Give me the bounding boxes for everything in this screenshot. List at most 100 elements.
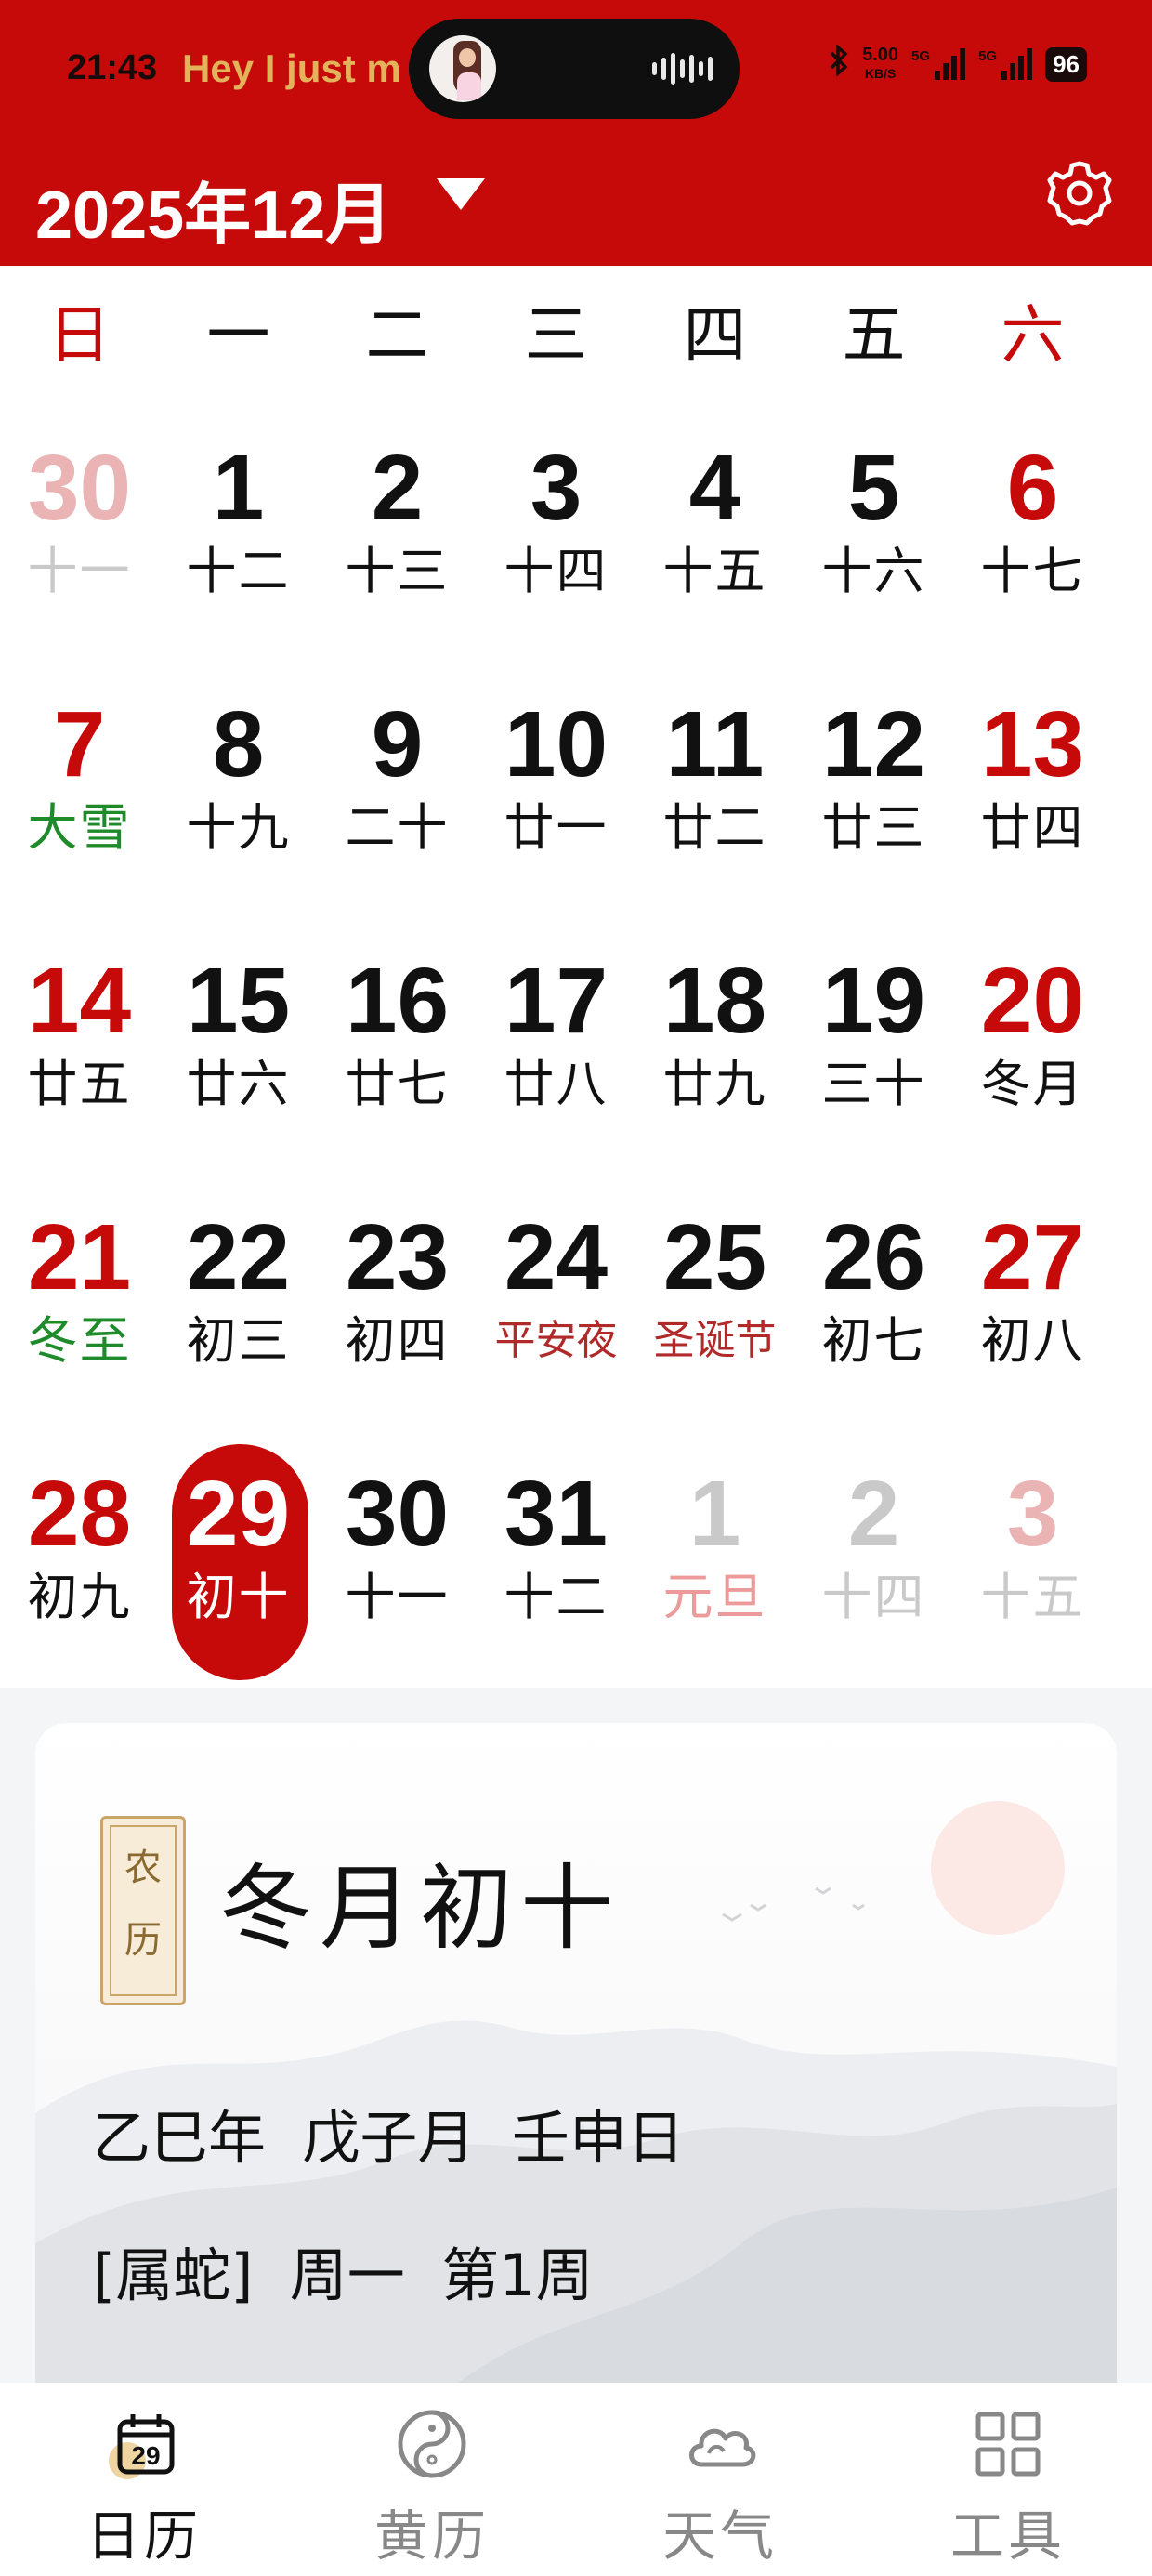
caret-down-icon[interactable] — [437, 178, 485, 210]
ink-landscape-illustration — [35, 1801, 1117, 2448]
day-cell[interactable]: 12 廿三 — [794, 664, 953, 920]
lunar-label: 十二 — [186, 542, 291, 600]
day-cell[interactable]: 31 十二 — [477, 1433, 635, 1689]
lunar-label: 初七 — [821, 1311, 926, 1370]
day-cell[interactable]: 7 大雪 — [0, 664, 159, 920]
day-cell[interactable]: 1 十二 — [159, 407, 318, 664]
lunar-label: 廿五 — [27, 1055, 132, 1113]
day-number: 15 — [186, 949, 291, 1053]
month-header: 2025年12月 — [0, 139, 1152, 266]
day-cell[interactable]: 21 冬至 — [0, 1176, 159, 1433]
lunar-label: 二十 — [345, 798, 450, 857]
day-cell[interactable]: 5 十六 — [794, 407, 953, 664]
festival-label: 平安夜 — [494, 1317, 618, 1364]
day-number: 1 — [212, 436, 265, 540]
day-number: 19 — [821, 949, 926, 1053]
day-cell[interactable]: 9 二十 — [318, 664, 477, 920]
lunar-seal-badge: 农 历 — [100, 1816, 186, 2005]
lunar-label: 十一 — [345, 1568, 450, 1626]
lunar-label: 十二 — [504, 1568, 609, 1626]
day-cell[interactable]: 23 初四 — [318, 1176, 477, 1433]
day-cell[interactable]: 6 十七 — [953, 407, 1112, 664]
bluetooth-icon — [829, 44, 849, 84]
day-cell[interactable]: 30 十一 — [318, 1433, 477, 1689]
day-cell[interactable]: 2 十三 — [318, 407, 477, 664]
day-number: 2 — [371, 436, 424, 540]
day-cell-today[interactable]: 29 初十 — [159, 1433, 318, 1689]
lunar-label: 初八 — [980, 1311, 1085, 1370]
tab-label: 日历 — [85, 2504, 202, 2568]
day-number: 28 — [27, 1462, 132, 1566]
gear-icon[interactable] — [1044, 158, 1115, 229]
bottom-tab-bar: 29 日历 黄历 天气 工具 — [0, 2383, 1152, 2576]
day-cell[interactable]: 10 廿一 — [477, 664, 635, 920]
day-cell[interactable]: 8 十九 — [159, 664, 318, 920]
day-cell[interactable]: 22 初三 — [159, 1176, 318, 1433]
day-cell[interactable]: 15 廿六 — [159, 920, 318, 1176]
lunar-label: 廿七 — [345, 1055, 450, 1113]
day-cell[interactable]: 26 初七 — [794, 1176, 953, 1433]
tab-almanac[interactable]: 黄历 — [288, 2383, 576, 2576]
weekday-sun: 日 — [47, 299, 111, 373]
tab-tools[interactable]: 工具 — [864, 2383, 1152, 2576]
day-cell[interactable]: 25 圣诞节 — [635, 1176, 794, 1433]
day-cell[interactable]: 1 元旦 — [635, 1433, 794, 1689]
yin-yang-icon — [398, 2410, 466, 2478]
day-cell[interactable]: 24 平安夜 — [477, 1176, 635, 1433]
day-cell[interactable]: 4 十五 — [635, 407, 794, 664]
day-cell[interactable]: 3 十四 — [477, 407, 635, 664]
day-number: 3 — [1006, 1462, 1059, 1566]
calendar-grid: 30 十一 1 十二 2 十三 3 十四 4 十五 5 十六 6 十七 7 大雪 8 十九 9 二十… — [0, 407, 1152, 1689]
day-cell[interactable]: 20 冬月 — [953, 920, 1112, 1176]
status-bar: 21:43 Hey I just m 5.00 KB/S 5G 5G 96 — [0, 0, 1152, 139]
zodiac-week-line: [属蛇] 周一 第1周 — [93, 2241, 594, 2309]
day-number: 21 — [27, 1205, 132, 1309]
day-cell[interactable]: 3 十五 — [953, 1433, 1112, 1689]
tab-weather[interactable]: 天气 — [576, 2383, 864, 2576]
day-cell[interactable]: 18 廿九 — [635, 920, 794, 1176]
day-number: 11 — [665, 692, 765, 796]
day-cell[interactable]: 11 廿二 — [635, 664, 794, 920]
status-time: 21:43 — [67, 48, 158, 87]
day-cell[interactable]: 13 廿四 — [953, 664, 1112, 920]
lunar-label: 十四 — [821, 1568, 926, 1626]
day-number: 5 — [847, 436, 900, 540]
dynamic-island[interactable] — [409, 19, 740, 119]
lunar-label: 初四 — [345, 1311, 450, 1370]
day-number: 14 — [27, 949, 132, 1053]
week-row: 30 十一 1 十二 2 十三 3 十四 4 十五 5 十六 6 十七 — [0, 407, 1152, 664]
week-row: 28 初九 29 初十 30 十一 31 十二 1 元旦 2 十四 3 十五 — [0, 1433, 1152, 1689]
battery-icon: 96 — [1045, 46, 1087, 82]
weekday-sat: 六 — [1001, 299, 1065, 373]
lunar-detail-card[interactable]: 农 历 冬月初十 乙巳年 戊子月 壬申日 [属蛇] 周一 第1周 — [35, 1723, 1117, 2448]
month-picker[interactable]: 2025年12月 — [35, 160, 392, 257]
day-number: 3 — [530, 436, 583, 540]
music-ticker: Hey I just m — [182, 46, 401, 90]
lunar-date-title: 冬月初十 — [219, 1854, 621, 1963]
day-cell[interactable]: 27 初八 — [953, 1176, 1112, 1433]
album-art-avatar — [429, 35, 496, 102]
week-row: 7 大雪 8 十九 9 二十 10 廿一 11 廿二 12 廿三 13 廿四 — [0, 664, 1152, 920]
day-cell[interactable]: 17 廿八 — [477, 920, 635, 1176]
day-number: 24 — [504, 1205, 609, 1309]
day-number: 6 — [1006, 436, 1059, 540]
day-number: 12 — [821, 692, 926, 796]
day-cell[interactable]: 30 十一 — [0, 407, 159, 664]
solar-term-label: 大雪 — [27, 798, 132, 857]
day-cell[interactable]: 14 廿五 — [0, 920, 159, 1176]
day-number: 10 — [504, 692, 609, 796]
day-number: 25 — [662, 1205, 767, 1309]
day-cell[interactable]: 28 初九 — [0, 1433, 159, 1689]
day-cell[interactable]: 16 廿七 — [318, 920, 477, 1176]
tab-calendar[interactable]: 29 日历 — [0, 2383, 288, 2576]
tab-label: 黄历 — [373, 2504, 490, 2568]
day-number: 22 — [186, 1205, 291, 1309]
day-cell[interactable]: 2 十四 — [794, 1433, 953, 1689]
festival-label: 元旦 — [662, 1568, 767, 1626]
lunar-label: 廿四 — [980, 798, 1085, 857]
weekday-tue: 二 — [365, 299, 429, 373]
day-cell[interactable]: 19 三十 — [794, 920, 953, 1176]
day-number: 30 — [345, 1462, 450, 1566]
day-number: 7 — [53, 692, 106, 796]
lunar-label: 冬月 — [980, 1055, 1085, 1113]
